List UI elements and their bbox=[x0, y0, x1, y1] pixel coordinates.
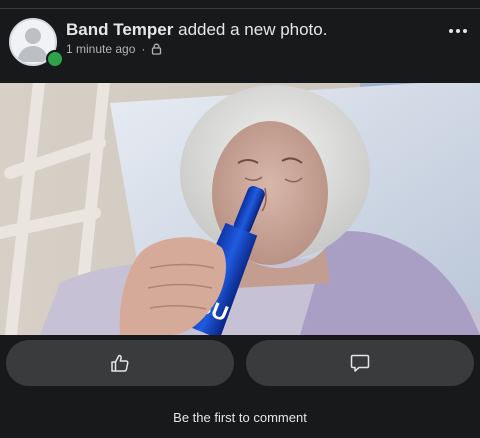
first-comment-prompt[interactable]: Be the first to comment bbox=[0, 410, 480, 425]
lock-icon[interactable] bbox=[151, 43, 162, 55]
post-timestamp[interactable]: 1 minute ago bbox=[66, 42, 135, 56]
more-options-button[interactable] bbox=[446, 23, 470, 39]
post-header: Band Temper added a new photo. 1 minute … bbox=[0, 9, 480, 83]
online-status-dot bbox=[46, 50, 64, 68]
post-title: Band Temper added a new photo. bbox=[66, 20, 327, 40]
comment-button[interactable] bbox=[246, 340, 474, 386]
photo-illustration: BU bbox=[0, 83, 480, 335]
thumbs-up-icon bbox=[111, 354, 129, 372]
more-dot bbox=[463, 29, 467, 33]
like-button[interactable] bbox=[6, 340, 234, 386]
post-action-text: added a new photo. bbox=[178, 20, 328, 39]
post-meta: 1 minute ago · bbox=[66, 42, 162, 56]
comment-bubble-icon bbox=[350, 354, 370, 372]
author-name[interactable]: Band Temper bbox=[66, 20, 173, 39]
meta-separator: · bbox=[141, 42, 146, 56]
more-dots-icon bbox=[449, 29, 453, 33]
more-dot bbox=[456, 29, 460, 33]
post-photo[interactable]: BU bbox=[0, 83, 480, 335]
